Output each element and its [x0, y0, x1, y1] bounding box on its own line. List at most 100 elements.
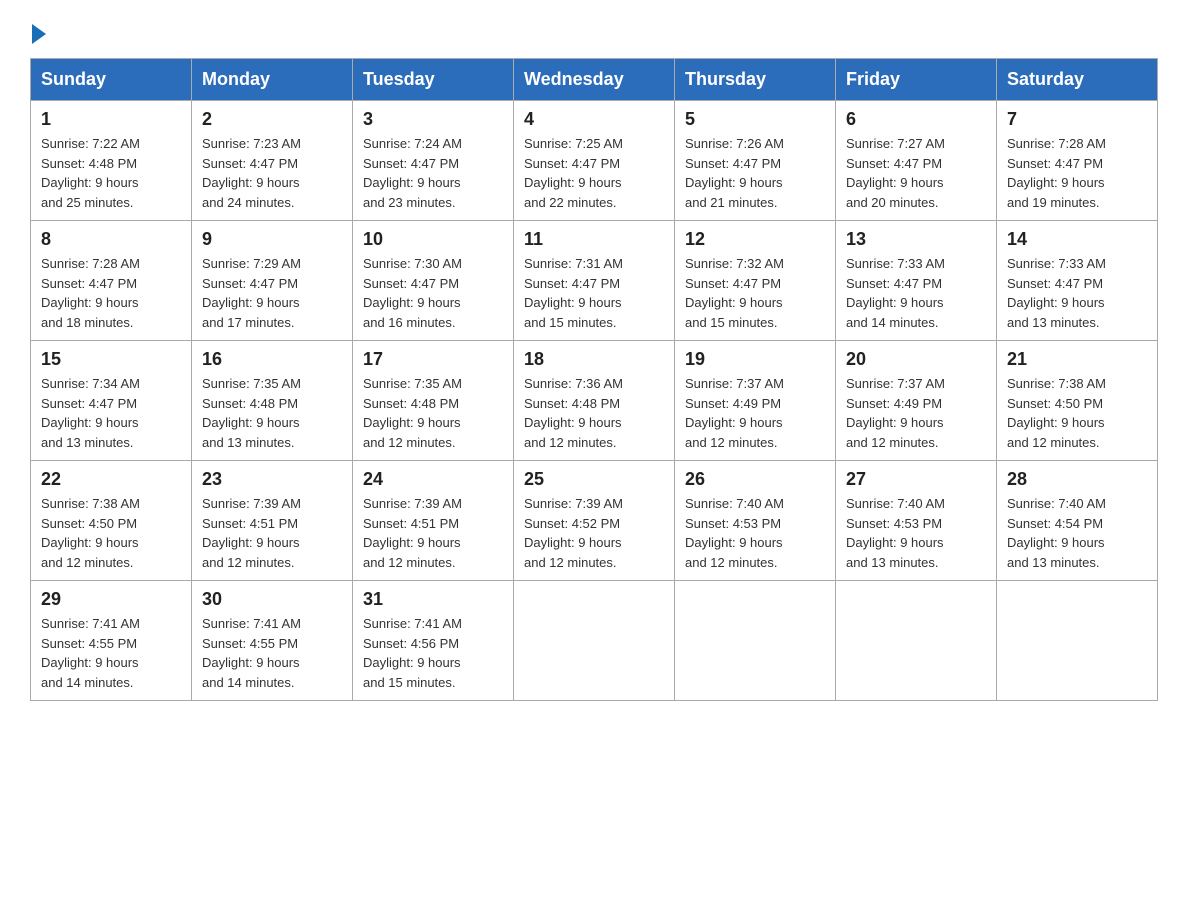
day-info: Sunrise: 7:27 AM Sunset: 4:47 PM Dayligh… — [846, 134, 986, 212]
day-number: 2 — [202, 109, 342, 130]
calendar-cell: 5 Sunrise: 7:26 AM Sunset: 4:47 PM Dayli… — [675, 101, 836, 221]
calendar-cell: 22 Sunrise: 7:38 AM Sunset: 4:50 PM Dayl… — [31, 461, 192, 581]
calendar-week-row: 8 Sunrise: 7:28 AM Sunset: 4:47 PM Dayli… — [31, 221, 1158, 341]
day-info: Sunrise: 7:36 AM Sunset: 4:48 PM Dayligh… — [524, 374, 664, 452]
calendar-cell: 15 Sunrise: 7:34 AM Sunset: 4:47 PM Dayl… — [31, 341, 192, 461]
day-number: 30 — [202, 589, 342, 610]
day-info: Sunrise: 7:41 AM Sunset: 4:55 PM Dayligh… — [202, 614, 342, 692]
calendar-week-row: 1 Sunrise: 7:22 AM Sunset: 4:48 PM Dayli… — [31, 101, 1158, 221]
day-info: Sunrise: 7:32 AM Sunset: 4:47 PM Dayligh… — [685, 254, 825, 332]
day-number: 9 — [202, 229, 342, 250]
day-number: 11 — [524, 229, 664, 250]
day-number: 8 — [41, 229, 181, 250]
calendar-table: SundayMondayTuesdayWednesdayThursdayFrid… — [30, 58, 1158, 701]
calendar-cell — [836, 581, 997, 701]
day-info: Sunrise: 7:30 AM Sunset: 4:47 PM Dayligh… — [363, 254, 503, 332]
day-info: Sunrise: 7:41 AM Sunset: 4:55 PM Dayligh… — [41, 614, 181, 692]
logo-arrow-icon — [32, 24, 46, 44]
calendar-cell: 19 Sunrise: 7:37 AM Sunset: 4:49 PM Dayl… — [675, 341, 836, 461]
weekday-header-thursday: Thursday — [675, 59, 836, 101]
weekday-header-saturday: Saturday — [997, 59, 1158, 101]
calendar-cell — [997, 581, 1158, 701]
calendar-cell: 21 Sunrise: 7:38 AM Sunset: 4:50 PM Dayl… — [997, 341, 1158, 461]
day-info: Sunrise: 7:38 AM Sunset: 4:50 PM Dayligh… — [1007, 374, 1147, 452]
day-number: 13 — [846, 229, 986, 250]
day-info: Sunrise: 7:23 AM Sunset: 4:47 PM Dayligh… — [202, 134, 342, 212]
page-header — [30, 20, 1158, 38]
weekday-header-sunday: Sunday — [31, 59, 192, 101]
day-number: 22 — [41, 469, 181, 490]
day-number: 5 — [685, 109, 825, 130]
day-number: 16 — [202, 349, 342, 370]
day-info: Sunrise: 7:24 AM Sunset: 4:47 PM Dayligh… — [363, 134, 503, 212]
calendar-cell: 31 Sunrise: 7:41 AM Sunset: 4:56 PM Dayl… — [353, 581, 514, 701]
day-info: Sunrise: 7:40 AM Sunset: 4:54 PM Dayligh… — [1007, 494, 1147, 572]
day-number: 18 — [524, 349, 664, 370]
day-info: Sunrise: 7:35 AM Sunset: 4:48 PM Dayligh… — [363, 374, 503, 452]
calendar-cell: 14 Sunrise: 7:33 AM Sunset: 4:47 PM Dayl… — [997, 221, 1158, 341]
day-info: Sunrise: 7:40 AM Sunset: 4:53 PM Dayligh… — [846, 494, 986, 572]
day-number: 28 — [1007, 469, 1147, 490]
day-info: Sunrise: 7:25 AM Sunset: 4:47 PM Dayligh… — [524, 134, 664, 212]
calendar-cell: 17 Sunrise: 7:35 AM Sunset: 4:48 PM Dayl… — [353, 341, 514, 461]
day-number: 1 — [41, 109, 181, 130]
calendar-cell: 10 Sunrise: 7:30 AM Sunset: 4:47 PM Dayl… — [353, 221, 514, 341]
day-number: 12 — [685, 229, 825, 250]
day-number: 24 — [363, 469, 503, 490]
weekday-header-monday: Monday — [192, 59, 353, 101]
day-info: Sunrise: 7:34 AM Sunset: 4:47 PM Dayligh… — [41, 374, 181, 452]
calendar-cell: 4 Sunrise: 7:25 AM Sunset: 4:47 PM Dayli… — [514, 101, 675, 221]
weekday-header-tuesday: Tuesday — [353, 59, 514, 101]
day-number: 3 — [363, 109, 503, 130]
calendar-cell: 20 Sunrise: 7:37 AM Sunset: 4:49 PM Dayl… — [836, 341, 997, 461]
day-number: 14 — [1007, 229, 1147, 250]
day-info: Sunrise: 7:28 AM Sunset: 4:47 PM Dayligh… — [41, 254, 181, 332]
weekday-header-wednesday: Wednesday — [514, 59, 675, 101]
day-number: 23 — [202, 469, 342, 490]
day-info: Sunrise: 7:39 AM Sunset: 4:52 PM Dayligh… — [524, 494, 664, 572]
day-info: Sunrise: 7:41 AM Sunset: 4:56 PM Dayligh… — [363, 614, 503, 692]
calendar-cell: 2 Sunrise: 7:23 AM Sunset: 4:47 PM Dayli… — [192, 101, 353, 221]
calendar-cell: 9 Sunrise: 7:29 AM Sunset: 4:47 PM Dayli… — [192, 221, 353, 341]
calendar-cell: 6 Sunrise: 7:27 AM Sunset: 4:47 PM Dayli… — [836, 101, 997, 221]
day-info: Sunrise: 7:26 AM Sunset: 4:47 PM Dayligh… — [685, 134, 825, 212]
day-info: Sunrise: 7:39 AM Sunset: 4:51 PM Dayligh… — [363, 494, 503, 572]
day-info: Sunrise: 7:35 AM Sunset: 4:48 PM Dayligh… — [202, 374, 342, 452]
day-info: Sunrise: 7:37 AM Sunset: 4:49 PM Dayligh… — [685, 374, 825, 452]
day-number: 26 — [685, 469, 825, 490]
calendar-cell: 29 Sunrise: 7:41 AM Sunset: 4:55 PM Dayl… — [31, 581, 192, 701]
day-number: 15 — [41, 349, 181, 370]
calendar-cell: 28 Sunrise: 7:40 AM Sunset: 4:54 PM Dayl… — [997, 461, 1158, 581]
day-number: 31 — [363, 589, 503, 610]
calendar-cell: 25 Sunrise: 7:39 AM Sunset: 4:52 PM Dayl… — [514, 461, 675, 581]
weekday-header-friday: Friday — [836, 59, 997, 101]
calendar-cell: 26 Sunrise: 7:40 AM Sunset: 4:53 PM Dayl… — [675, 461, 836, 581]
day-number: 19 — [685, 349, 825, 370]
calendar-cell: 30 Sunrise: 7:41 AM Sunset: 4:55 PM Dayl… — [192, 581, 353, 701]
calendar-cell — [514, 581, 675, 701]
day-number: 6 — [846, 109, 986, 130]
day-number: 10 — [363, 229, 503, 250]
calendar-week-row: 15 Sunrise: 7:34 AM Sunset: 4:47 PM Dayl… — [31, 341, 1158, 461]
calendar-cell: 24 Sunrise: 7:39 AM Sunset: 4:51 PM Dayl… — [353, 461, 514, 581]
calendar-cell: 16 Sunrise: 7:35 AM Sunset: 4:48 PM Dayl… — [192, 341, 353, 461]
calendar-cell: 23 Sunrise: 7:39 AM Sunset: 4:51 PM Dayl… — [192, 461, 353, 581]
calendar-cell: 13 Sunrise: 7:33 AM Sunset: 4:47 PM Dayl… — [836, 221, 997, 341]
calendar-week-row: 22 Sunrise: 7:38 AM Sunset: 4:50 PM Dayl… — [31, 461, 1158, 581]
day-number: 17 — [363, 349, 503, 370]
day-number: 29 — [41, 589, 181, 610]
logo — [30, 20, 46, 38]
day-number: 7 — [1007, 109, 1147, 130]
day-number: 25 — [524, 469, 664, 490]
calendar-cell: 1 Sunrise: 7:22 AM Sunset: 4:48 PM Dayli… — [31, 101, 192, 221]
day-number: 21 — [1007, 349, 1147, 370]
calendar-cell: 8 Sunrise: 7:28 AM Sunset: 4:47 PM Dayli… — [31, 221, 192, 341]
day-info: Sunrise: 7:33 AM Sunset: 4:47 PM Dayligh… — [1007, 254, 1147, 332]
day-info: Sunrise: 7:39 AM Sunset: 4:51 PM Dayligh… — [202, 494, 342, 572]
day-info: Sunrise: 7:37 AM Sunset: 4:49 PM Dayligh… — [846, 374, 986, 452]
day-info: Sunrise: 7:28 AM Sunset: 4:47 PM Dayligh… — [1007, 134, 1147, 212]
day-info: Sunrise: 7:22 AM Sunset: 4:48 PM Dayligh… — [41, 134, 181, 212]
day-number: 4 — [524, 109, 664, 130]
calendar-cell: 7 Sunrise: 7:28 AM Sunset: 4:47 PM Dayli… — [997, 101, 1158, 221]
calendar-cell: 18 Sunrise: 7:36 AM Sunset: 4:48 PM Dayl… — [514, 341, 675, 461]
